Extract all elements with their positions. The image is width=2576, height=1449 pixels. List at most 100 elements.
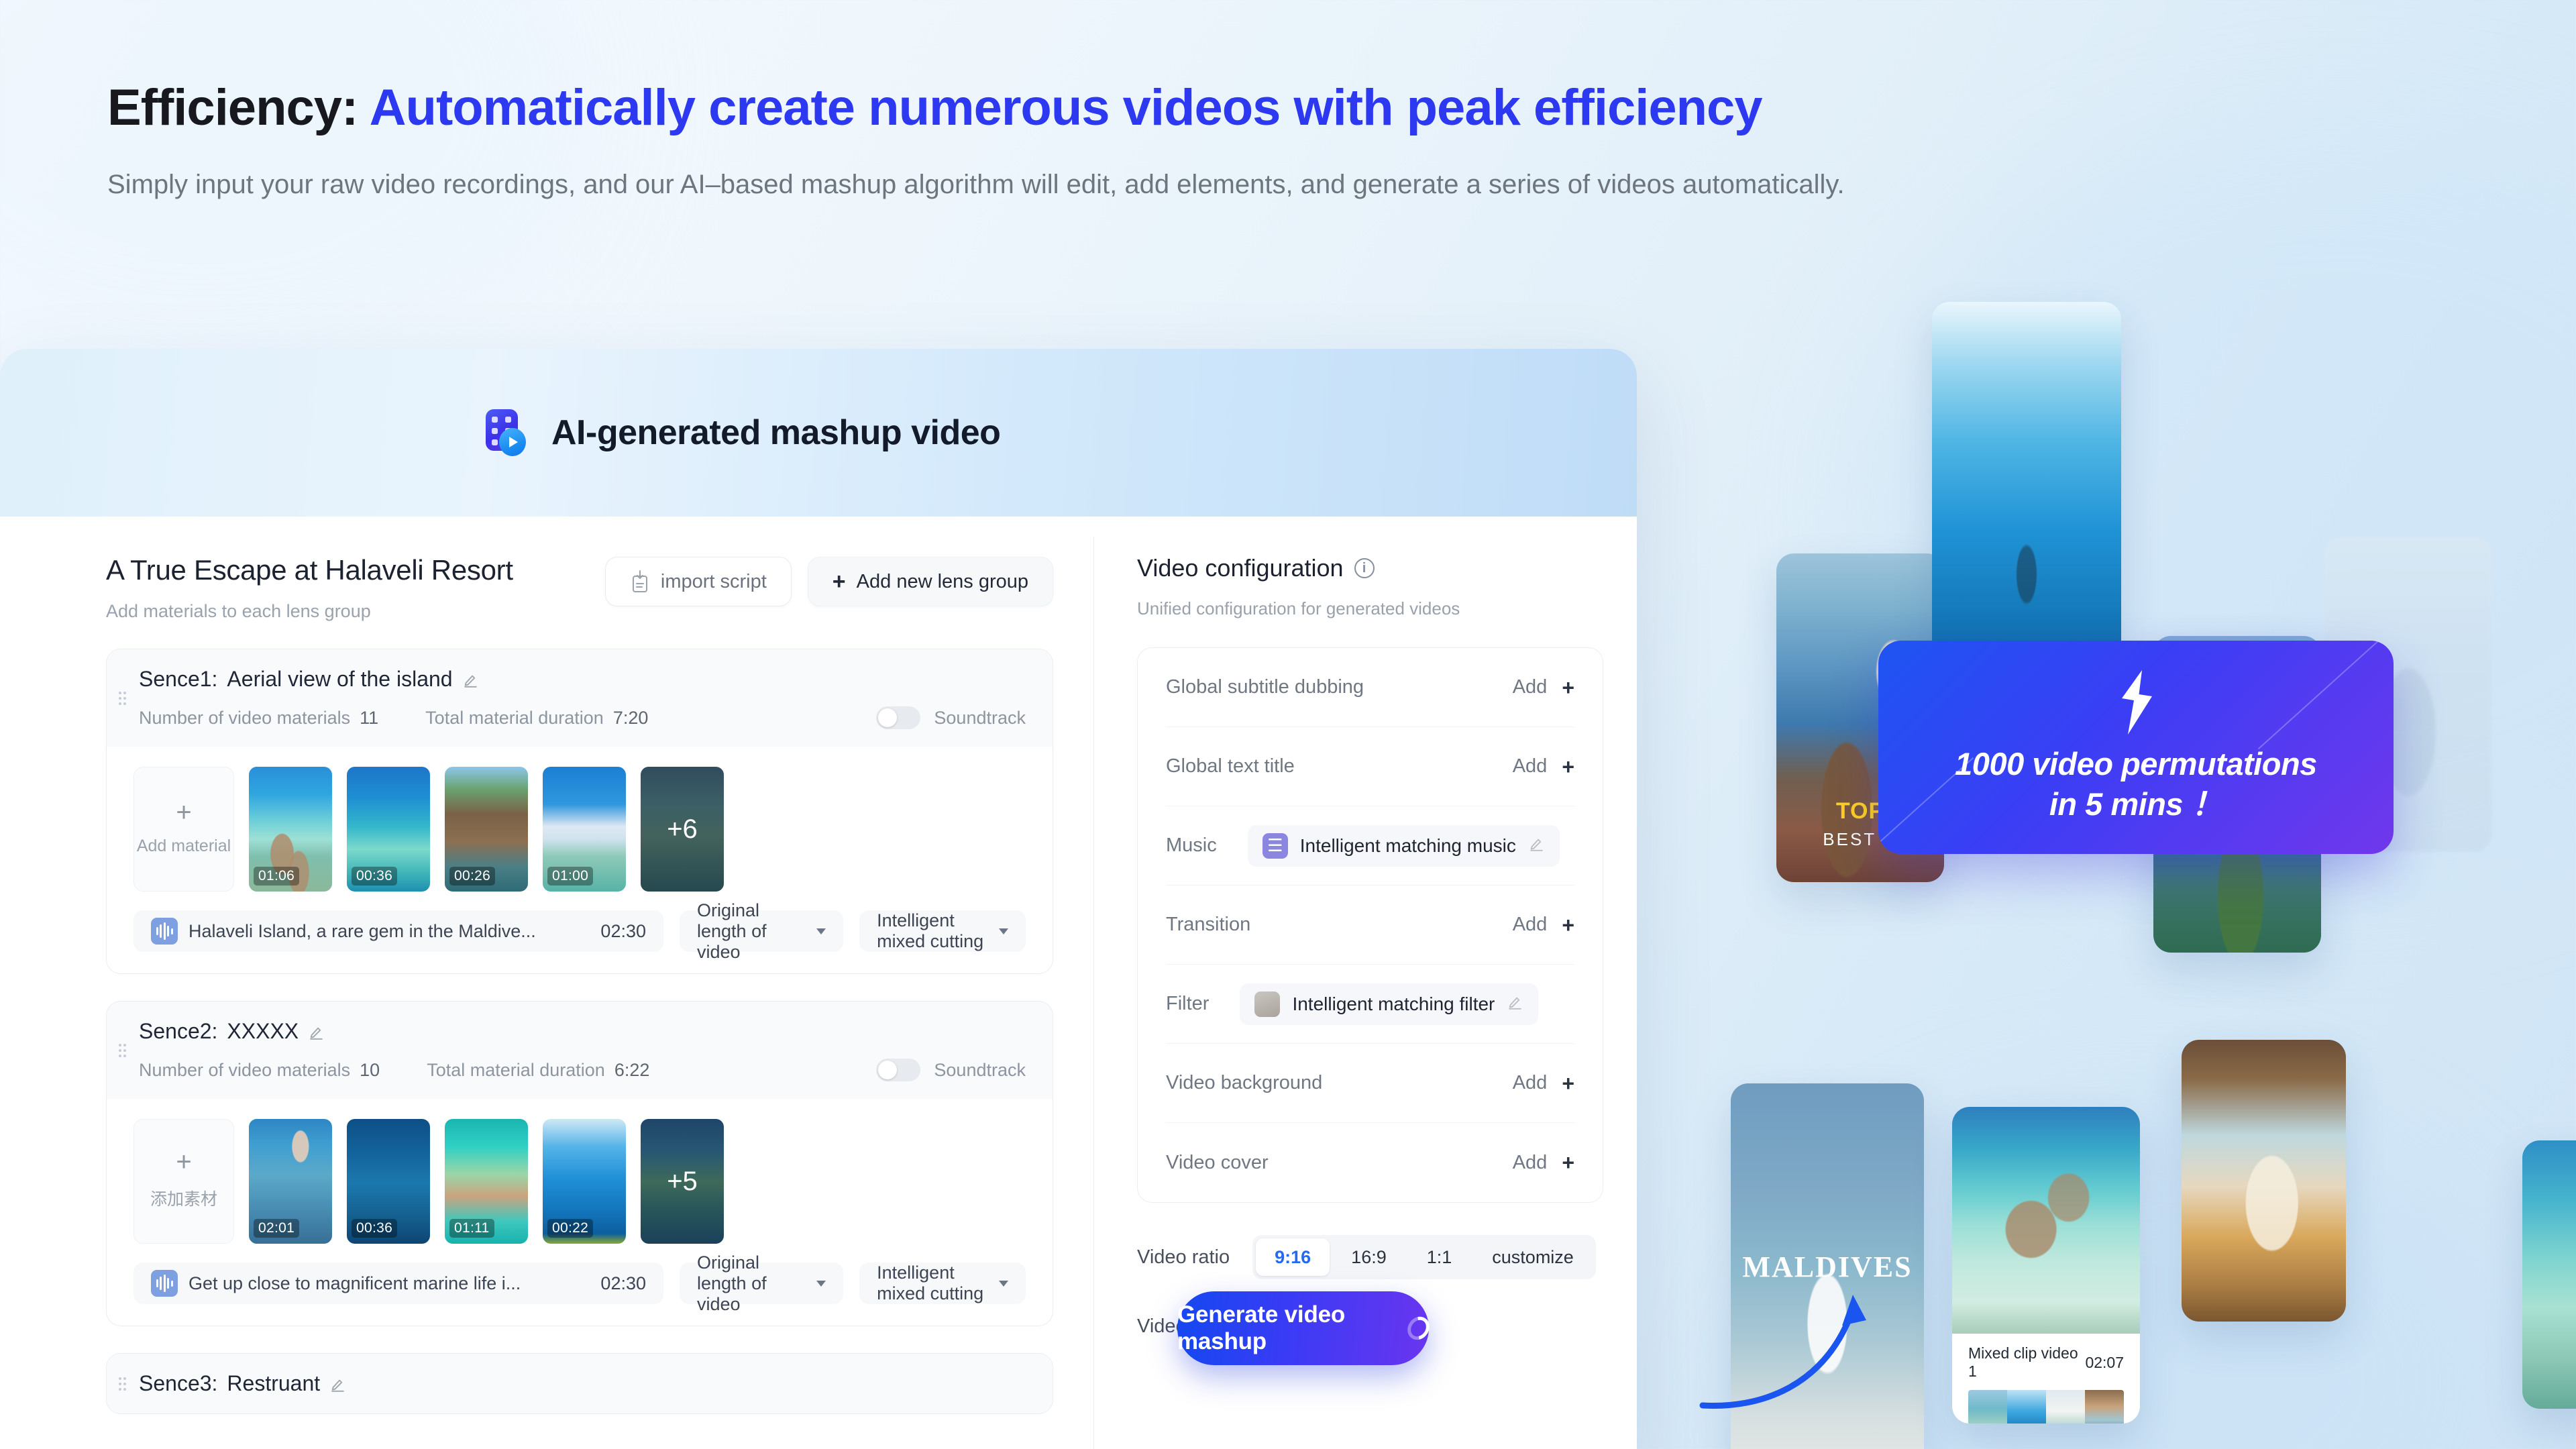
cutting-mode-select[interactable]: Intelligent mixed cutting <box>859 1263 1026 1304</box>
drag-handle-icon[interactable] <box>119 1043 126 1057</box>
total-duration-value: 7:20 <box>612 707 649 728</box>
add-action[interactable]: Add + <box>1513 1152 1574 1174</box>
add-new-lens-group-button[interactable]: + Add new lens group <box>807 557 1053 606</box>
add-new-lens-group-label: Add new lens group <box>856 570 1028 592</box>
thumbnail-duration: 01:11 <box>449 1219 494 1238</box>
add-label: Add <box>1512 676 1548 698</box>
music-value: Intelligent matching music <box>1299 835 1516 856</box>
cutting-mode-select[interactable]: Intelligent mixed cutting <box>859 910 1026 952</box>
scene-card[interactable]: Sence2: XXXXX Number of video materials … <box>106 1001 1053 1326</box>
add-action[interactable]: Add + <box>1513 1072 1574 1094</box>
import-script-button[interactable]: import script <box>604 557 792 606</box>
soundtrack-label: Soundtrack <box>934 707 1026 728</box>
thumbnail-duration: 02:01 <box>254 1219 300 1238</box>
config-row-transition[interactable]: Transition Add + <box>1166 885 1574 965</box>
config-row-music[interactable]: Music ☰ Intelligent matching music <box>1166 806 1574 885</box>
add-material-button[interactable]: + 添加素材 <box>133 1119 234 1244</box>
filter-value: Intelligent matching filter <box>1292 993 1495 1014</box>
edit-pencil-icon[interactable] <box>1528 837 1545 854</box>
scene-name-value: Aerial view of the island <box>227 667 453 691</box>
config-row-label: Video cover <box>1166 1151 1269 1173</box>
chevron-down-icon <box>816 928 826 934</box>
film-play-icon <box>483 409 530 456</box>
plus-icon: + <box>176 797 192 827</box>
ratio-option-1-1[interactable]: 1:1 <box>1408 1238 1471 1276</box>
edit-pencil-icon[interactable] <box>462 671 479 688</box>
scene-title: Sence2: XXXXX <box>139 1019 1026 1044</box>
material-thumbnail[interactable]: 02:01 <box>249 1119 332 1244</box>
thumbnail-duration: 01:06 <box>254 867 300 885</box>
ratio-option-16-9[interactable]: 16:9 <box>1332 1238 1405 1276</box>
drag-handle-icon[interactable] <box>119 691 126 705</box>
lightning-bolt-icon <box>2122 669 2152 735</box>
thumbnail-duration: 00:22 <box>547 1219 594 1238</box>
material-thumbnail[interactable]: 01:06 <box>249 767 332 892</box>
page-subtitle: Simply input your raw video recordings, … <box>107 170 1845 200</box>
add-action[interactable]: Add + <box>1513 676 1574 698</box>
generate-button-label: Generate video mashup <box>1177 1301 1346 1354</box>
scene-card[interactable]: Sence3: Restruant <box>106 1353 1053 1414</box>
soundtrack-toggle-group[interactable]: Soundtrack <box>876 1059 1026 1081</box>
add-material-button[interactable]: + Add material <box>133 767 234 892</box>
scene-card[interactable]: Sence1: Aerial view of the island Number… <box>106 649 1053 974</box>
collage-card-bathroom[interactable] <box>2182 1040 2346 1322</box>
ratio-option-customize[interactable]: customize <box>1473 1238 1593 1276</box>
collage-card-aerial-resort[interactable] <box>2522 1140 2576 1409</box>
generate-video-mashup-button[interactable]: Generate video mashup <box>1177 1291 1434 1365</box>
video-ratio-segmented-control[interactable]: 9:16 16:9 1:1 customize <box>1252 1235 1596 1279</box>
thumbnail-duration: 00:36 <box>352 867 398 885</box>
subtitle-chip[interactable]: Halaveli Island, a rare gem in the Maldi… <box>133 910 663 952</box>
soundtrack-toggle-group[interactable]: Soundtrack <box>876 706 1026 729</box>
page-title-accent: Automatically create numerous videos wit… <box>369 79 1763 136</box>
material-thumbnail[interactable]: 00:36 <box>347 1119 430 1244</box>
scene-index-label: Sence2: <box>139 1019 218 1043</box>
audio-wave-icon <box>151 918 178 945</box>
config-row-video-background[interactable]: Video background Add + <box>1166 1044 1574 1123</box>
config-row-video-cover[interactable]: Video cover Add + <box>1166 1123 1574 1202</box>
info-icon[interactable]: i <box>1354 558 1375 578</box>
material-thumbnail[interactable]: 01:00 <box>543 767 626 892</box>
config-row-global-subtitle-dubbing[interactable]: Global subtitle dubbing Add + <box>1166 648 1574 727</box>
glint-line <box>2257 641 2394 750</box>
mixed-clip-cover <box>1952 1107 2140 1334</box>
edit-pencil-icon[interactable] <box>308 1023 325 1040</box>
soundtrack-switch[interactable] <box>876 1059 921 1081</box>
music-value-pill[interactable]: ☰ Intelligent matching music <box>1247 824 1560 867</box>
config-row-filter[interactable]: Filter Intelligent matching filter <box>1166 965 1574 1044</box>
soundtrack-switch[interactable] <box>876 706 921 729</box>
material-thumbnail[interactable]: 00:22 <box>543 1119 626 1244</box>
mixed-clip-filmstrip[interactable] <box>1968 1390 2124 1424</box>
subtitle-chip[interactable]: Get up close to magnificent marine life … <box>133 1263 663 1304</box>
materials-count-label: Number of video materials <box>139 707 351 728</box>
scene-name-value: XXXXX <box>227 1019 299 1043</box>
add-action[interactable]: Add + <box>1513 914 1574 936</box>
material-thumbnail-more[interactable]: +6 <box>641 767 724 892</box>
collage-card-mixed-clip[interactable]: Mixed clip video 1 02:07 <box>1952 1107 2140 1424</box>
add-label: Add <box>1512 1151 1548 1173</box>
total-duration-label: Total material duration <box>425 707 604 728</box>
config-row-label: Global subtitle dubbing <box>1166 676 1364 698</box>
material-thumbnail-more[interactable]: +5 <box>641 1119 724 1244</box>
add-action[interactable]: Add + <box>1513 755 1574 777</box>
scene-index-label: Sence1: <box>139 667 218 691</box>
scene-meta: Number of video materials 11 Total mater… <box>139 706 1026 729</box>
material-thumbnail[interactable]: 01:11 <box>445 1119 528 1244</box>
drag-handle-icon[interactable] <box>119 1377 126 1391</box>
config-row-global-text-title[interactable]: Global text title Add + <box>1166 727 1574 806</box>
curved-arrow-icon <box>1699 1295 1866 1409</box>
video-length-select[interactable]: Original length of video <box>680 1252 844 1314</box>
scene-index-label: Sence3: <box>139 1371 218 1395</box>
edit-pencil-icon[interactable] <box>329 1375 346 1392</box>
project-subtitle: Add materials to each lens group <box>106 601 371 621</box>
filter-value-pill[interactable]: Intelligent matching filter <box>1240 983 1539 1025</box>
config-row-label: Filter <box>1166 993 1210 1014</box>
material-thumbnail[interactable]: 00:26 <box>445 767 528 892</box>
material-thumbnail[interactable]: 00:36 <box>347 767 430 892</box>
edit-pencil-icon[interactable] <box>1507 996 1523 1012</box>
ratio-option-9-16[interactable]: 9:16 <box>1256 1238 1330 1276</box>
chevron-down-icon <box>816 1280 826 1287</box>
project-title: A True Escape at Halaveli Resort <box>106 554 513 586</box>
video-length-select[interactable]: Original length of video <box>680 900 844 962</box>
promo-line-1: 1000 video permutations <box>1955 745 2317 782</box>
subtitle-text: Halaveli Island, a rare gem in the Maldi… <box>189 920 536 941</box>
